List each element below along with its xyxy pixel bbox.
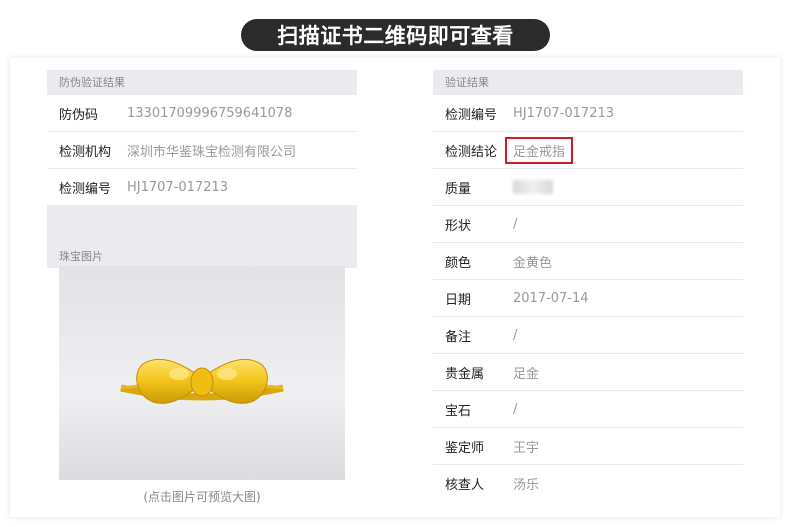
row-value: HJ1707-017213 [127, 179, 229, 195]
row-test-number: 检测编号 HJ1707-017213 [433, 95, 743, 132]
row-testing-institution: 检测机构 深圳市华鉴珠宝检测有限公司 [47, 132, 357, 169]
row-label: 备注 [445, 329, 472, 345]
row-label: 形状 [445, 218, 472, 234]
section-divider [47, 205, 357, 248]
row-label: 贵金属 [445, 366, 485, 382]
row-gemstone: 宝石 / [433, 391, 743, 428]
row-value: 13301709996759641078 [127, 105, 293, 121]
row-label: 颜色 [445, 255, 472, 271]
row-remarks: 备注 / [433, 317, 743, 354]
row-label: 质量 [445, 181, 472, 197]
row-appraiser: 鉴定师 王宇 [433, 428, 743, 465]
row-value: 足金 [513, 366, 540, 382]
anti-counterfeit-section-title: 防伪验证结果 [47, 70, 357, 95]
row-value: HJ1707-017213 [513, 105, 615, 121]
row-label: 日期 [445, 292, 472, 308]
row-anti-counterfeit-code: 防伪码 13301709996759641078 [47, 95, 357, 132]
row-label: 检测编号 [59, 181, 112, 197]
row-value: / [513, 327, 518, 343]
row-value: 2017-07-14 [513, 290, 589, 306]
blurred-weight-value [513, 180, 553, 194]
anti-counterfeit-panel: 防伪验证结果 防伪码 13301709996759641078 检测机构 深圳市… [47, 70, 357, 268]
row-label: 鉴定师 [445, 440, 485, 456]
jewelry-photo[interactable] [59, 266, 345, 480]
row-label: 宝石 [445, 403, 472, 419]
verification-card: 防伪验证结果 防伪码 13301709996759641078 检测机构 深圳市… [10, 58, 780, 517]
row-date: 日期 2017-07-14 [433, 280, 743, 317]
verification-result-panel: 验证结果 检测编号 HJ1707-017213 检测结论 足金戒指 质量 形状 … [433, 70, 743, 501]
qr-instruction-banner: 扫描证书二维码即可查看 [241, 19, 550, 51]
row-value: 深圳市华鉴珠宝检测有限公司 [127, 144, 297, 160]
verification-section-title: 验证结果 [433, 70, 743, 95]
row-reviewer: 核查人 汤乐 [433, 465, 743, 501]
row-value: 金黄色 [513, 255, 553, 271]
row-color: 颜色 金黄色 [433, 243, 743, 280]
row-test-number: 检测编号 HJ1707-017213 [47, 169, 357, 205]
row-precious-metal: 贵金属 足金 [433, 354, 743, 391]
row-shape: 形状 / [433, 206, 743, 243]
row-label: 核查人 [445, 477, 485, 493]
jewelry-photo-section-title: 珠宝图片 [47, 248, 357, 268]
row-value: / [513, 216, 518, 232]
row-value: / [513, 401, 518, 417]
gold-bow-ring-icon [120, 358, 284, 404]
row-value: 汤乐 [513, 477, 540, 493]
row-label: 检测结论 [445, 144, 498, 160]
row-label: 检测机构 [59, 144, 112, 160]
photo-preview-hint: (点击图片可预览大图) [143, 490, 261, 504]
row-test-conclusion: 检测结论 足金戒指 [433, 132, 743, 169]
conclusion-highlight-value: 足金戒指 [505, 136, 574, 164]
row-value: 王宇 [513, 440, 540, 456]
row-label: 检测编号 [445, 107, 498, 123]
row-label: 防伪码 [59, 107, 99, 123]
row-weight: 质量 [433, 169, 743, 206]
banner-title: 扫描证书二维码即可查看 [277, 24, 514, 48]
